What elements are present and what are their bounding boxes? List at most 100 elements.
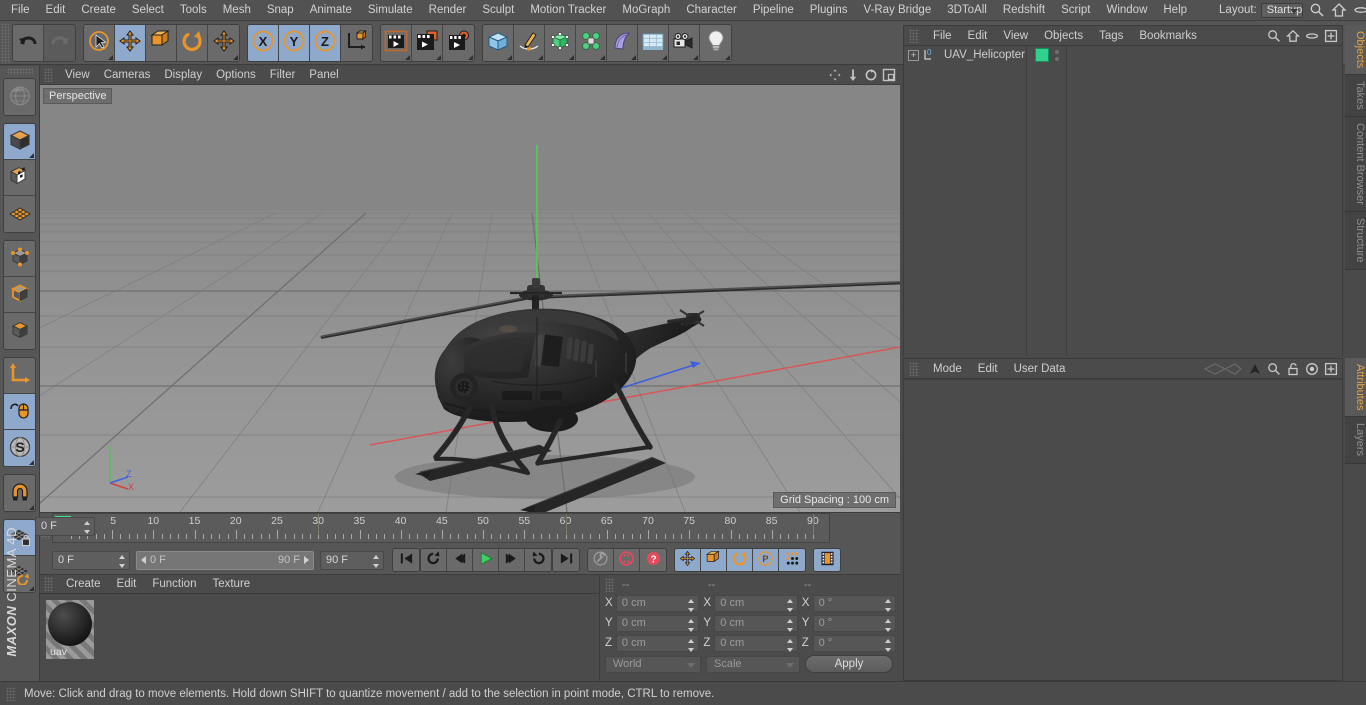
- menu-item-select[interactable]: Select: [124, 0, 172, 21]
- tab-takes[interactable]: Takes: [1345, 75, 1366, 118]
- submenu-corner-icon[interactable]: [693, 54, 698, 60]
- minimize-icon[interactable]: [1353, 2, 1366, 18]
- add-icon[interactable]: [1324, 362, 1338, 376]
- add-spline-button[interactable]: [514, 24, 545, 61]
- menu-item-tools[interactable]: Tools: [172, 0, 215, 21]
- add-scene-object-button[interactable]: [638, 24, 669, 61]
- menu-item-mograph[interactable]: MoGraph: [614, 0, 678, 21]
- record-active-objects-button[interactable]: [614, 549, 640, 571]
- menu-item-pipeline[interactable]: Pipeline: [745, 0, 802, 21]
- end-frame-input[interactable]: 90 F: [320, 550, 384, 570]
- target-icon[interactable]: [1305, 362, 1319, 376]
- points-mode-button[interactable]: [4, 241, 35, 277]
- submenu-corner-icon[interactable]: [108, 54, 113, 60]
- object-tag-badge[interactable]: [1034, 48, 1049, 62]
- submenu-corner-icon[interactable]: [662, 54, 667, 60]
- submenu-corner-icon[interactable]: [569, 54, 574, 60]
- submenu-corner-icon[interactable]: [405, 54, 410, 60]
- move-secondary-tool[interactable]: [208, 24, 239, 61]
- apply-button[interactable]: Apply: [805, 655, 893, 673]
- enable-snapping-button[interactable]: [4, 394, 35, 430]
- menu-item-render[interactable]: Render: [421, 0, 475, 21]
- rotation-z-field[interactable]: 0 °: [812, 634, 897, 652]
- edges-mode-button[interactable]: [4, 277, 35, 313]
- texture-mode-button[interactable]: [4, 160, 35, 196]
- timeline-ruler[interactable]: 051015202530354045505560657075808590: [52, 513, 830, 543]
- object-tree[interactable]: + 0 UAV_Helicopter: [904, 46, 1342, 356]
- spinner-icon[interactable]: [786, 618, 794, 632]
- material-menu-texture[interactable]: Texture: [204, 575, 258, 594]
- attribute-content[interactable]: [904, 379, 1342, 680]
- rotate-tool[interactable]: [177, 24, 208, 61]
- range-right-arrow-icon[interactable]: [304, 556, 309, 564]
- submenu-corner-icon[interactable]: [233, 54, 238, 60]
- lock-z-axis-button[interactable]: Z: [310, 24, 341, 61]
- menu-item-simulate[interactable]: Simulate: [360, 0, 421, 21]
- magnet-tool-button[interactable]: [4, 475, 35, 511]
- live-selection-tool[interactable]: [84, 24, 115, 61]
- viewport-menu-display[interactable]: Display: [157, 66, 209, 85]
- attribute-menu-user-data[interactable]: User Data: [1006, 359, 1074, 379]
- submenu-corner-icon[interactable]: [29, 460, 34, 465]
- viewport-menu-view[interactable]: View: [58, 66, 97, 85]
- spinner-icon[interactable]: [885, 618, 892, 632]
- size-x-field[interactable]: 0 cm: [714, 594, 798, 612]
- tab-attributes[interactable]: Attributes: [1345, 358, 1366, 418]
- pan-icon[interactable]: [828, 68, 842, 82]
- keyframe-mode-button[interactable]: [814, 549, 840, 571]
- submenu-corner-icon[interactable]: [436, 54, 441, 60]
- tab-structure[interactable]: Structure: [1345, 211, 1366, 270]
- orbit-icon[interactable]: [864, 68, 878, 82]
- search-icon[interactable]: [1309, 2, 1325, 18]
- submenu-corner-icon[interactable]: [468, 54, 473, 60]
- play-backwards-loop-button[interactable]: [421, 549, 447, 571]
- redo-button[interactable]: [44, 24, 75, 61]
- menu-item-window[interactable]: Window: [1098, 0, 1155, 21]
- menu-item-character[interactable]: Character: [678, 0, 745, 21]
- tab-layers[interactable]: Layers: [1345, 417, 1366, 464]
- coordinate-mode-select[interactable]: Scale: [706, 655, 800, 673]
- world-object-coordinates-button[interactable]: [341, 24, 372, 61]
- tab-objects[interactable]: Objects: [1345, 25, 1366, 76]
- viewport-menu-options[interactable]: Options: [209, 66, 263, 85]
- attribute-menu-edit[interactable]: Edit: [970, 359, 1006, 379]
- keyframe-selection-button[interactable]: ?: [640, 549, 666, 571]
- viewport-canvas[interactable]: Perspective Grid Spacing : 100 cm Y X Z: [40, 85, 900, 512]
- add-array-button[interactable]: [576, 24, 607, 61]
- spinner-icon[interactable]: [84, 521, 91, 534]
- add-nurbs-button[interactable]: [545, 24, 576, 61]
- lock-icon[interactable]: [1286, 362, 1300, 376]
- menu-item-v-ray-bridge[interactable]: V-Ray Bridge: [855, 0, 939, 21]
- add-icon[interactable]: [1324, 29, 1338, 43]
- object-menu-edit[interactable]: Edit: [960, 26, 996, 46]
- enable-axis-modification-button[interactable]: [4, 358, 35, 394]
- coordinate-space-select[interactable]: World: [605, 655, 701, 673]
- menu-item-plugins[interactable]: Plugins: [802, 0, 856, 21]
- menu-item-file[interactable]: File: [3, 0, 38, 21]
- position-key-button[interactable]: [675, 549, 701, 571]
- menu-item-script[interactable]: Script: [1053, 0, 1098, 21]
- submenu-corner-icon[interactable]: [29, 505, 34, 510]
- viewport-menu-filter[interactable]: Filter: [263, 66, 303, 85]
- object-menu-bookmarks[interactable]: Bookmarks: [1131, 26, 1205, 46]
- play-button[interactable]: [473, 549, 499, 571]
- spinner-icon[interactable]: [688, 618, 695, 632]
- status-bar-grip[interactable]: [6, 686, 16, 701]
- object-menu-objects[interactable]: Objects: [1036, 26, 1091, 46]
- viewport-grip[interactable]: [44, 68, 53, 82]
- add-camera-button[interactable]: [669, 24, 700, 61]
- submenu-corner-icon[interactable]: [507, 54, 512, 60]
- position-z-field[interactable]: 0 cm: [615, 634, 700, 652]
- render-view-button[interactable]: [381, 24, 412, 61]
- next-frame-button[interactable]: [499, 549, 525, 571]
- home-icon[interactable]: [1285, 29, 1301, 43]
- material-menu-function[interactable]: Function: [144, 575, 204, 594]
- go-to-start-button[interactable]: [393, 549, 419, 571]
- material-menu-edit[interactable]: Edit: [109, 575, 145, 594]
- menu-item-create[interactable]: Create: [73, 0, 124, 21]
- visibility-dots[interactable]: [1054, 49, 1059, 61]
- search-icon[interactable]: [1267, 362, 1281, 376]
- menu-item-help[interactable]: Help: [1155, 0, 1195, 21]
- submenu-corner-icon[interactable]: [538, 54, 543, 60]
- menu-item-sculpt[interactable]: Sculpt: [474, 0, 522, 21]
